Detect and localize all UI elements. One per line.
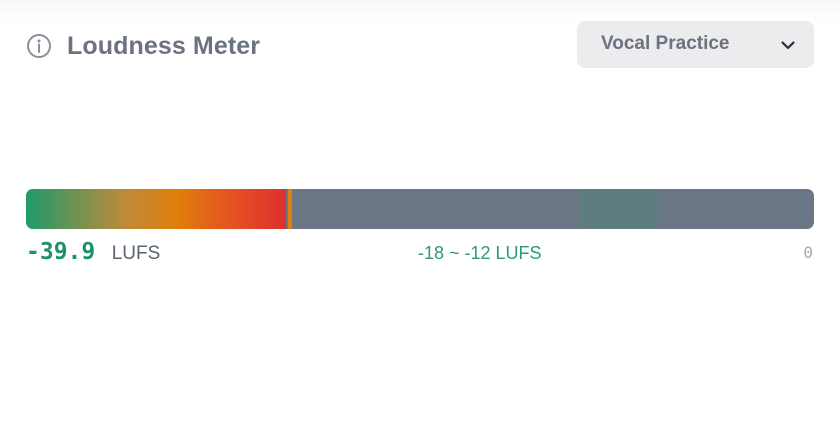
meter-header: Loudness Meter Vocal Practice — [26, 21, 816, 68]
loudness-meter-bar — [26, 189, 814, 229]
loudness-level-fill — [26, 189, 287, 229]
chevron-down-icon — [780, 37, 796, 53]
loudness-readout: -39.9 LUFS — [26, 238, 160, 268]
page-title: Loudness Meter — [67, 32, 261, 60]
info-icon[interactable] — [26, 33, 52, 59]
top-fade — [0, 0, 840, 22]
peak-marker — [287, 189, 292, 229]
scale-max-label: 0 — [803, 243, 813, 262]
preset-selected-label: Vocal Practice — [601, 33, 730, 54]
target-range-zone — [579, 189, 658, 229]
preset-dropdown[interactable]: Vocal Practice — [577, 21, 814, 68]
loudness-value: -39.9 — [26, 239, 96, 265]
target-range-label: -18 ~ -12 LUFS — [418, 243, 542, 263]
loudness-unit: LUFS — [111, 243, 161, 264]
